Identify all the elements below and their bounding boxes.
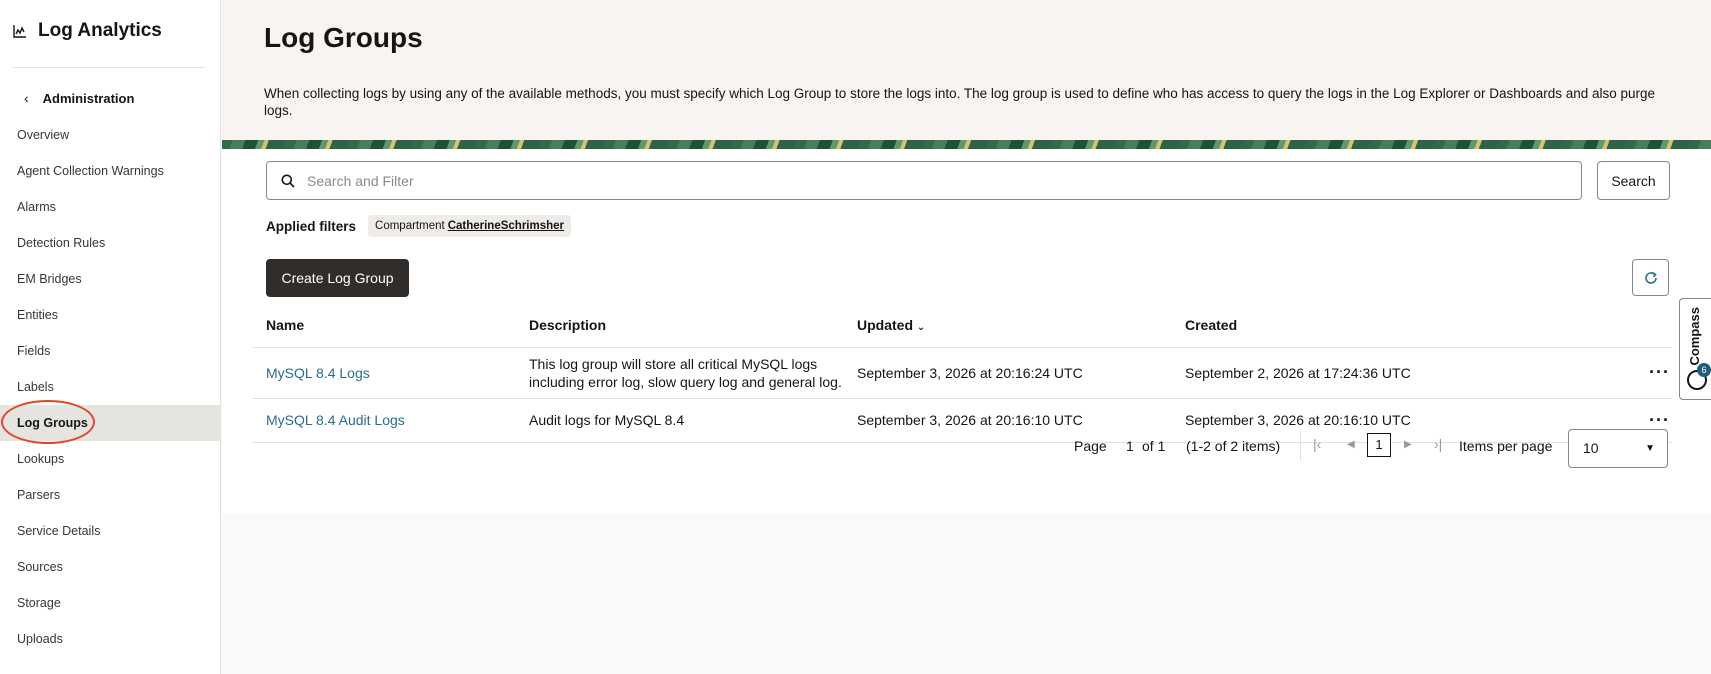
description-line: including error log, slow query log and …	[529, 373, 842, 390]
items-per-page-select[interactable]: 10 ▼	[1568, 429, 1668, 468]
applied-filters: Applied filters Compartment CatherineSchr…	[266, 215, 572, 237]
sidebar-item-em-bridges[interactable]: EM Bridges	[0, 261, 221, 297]
page-description: When collecting logs by using any of the…	[264, 86, 1656, 118]
items-per-page-label: Items per page	[1459, 438, 1553, 454]
search-input[interactable]	[307, 172, 1507, 189]
items-range: (1-2 of 2 items)	[1186, 438, 1281, 454]
app-title: Log Analytics	[12, 20, 162, 42]
compass-tab[interactable]: Compass 6	[1679, 298, 1711, 400]
description-line: This log group will store all critical M…	[529, 355, 818, 372]
page-title: Log Groups	[264, 22, 423, 53]
pagination: Page 1 of 1 (1-2 of 2 items) |‹ ◀ 1 ▶ ›|…	[222, 425, 1711, 469]
row-actions-cell: ···	[1499, 347, 1672, 399]
next-page-icon[interactable]: ▶	[1404, 439, 1412, 450]
sidebar-item-storage[interactable]: Storage	[0, 585, 221, 621]
column-header-description: Description	[515, 303, 843, 348]
column-header-updated[interactable]: Updated ⌄	[843, 303, 1171, 348]
sidebar-item-log-groups[interactable]: Log Groups	[0, 405, 221, 441]
page-number-box[interactable]: 1	[1367, 433, 1391, 457]
compartment-filter-chip[interactable]: Compartment CatherineSchrimsher	[368, 215, 572, 237]
main-content: Log Groups When collecting logs by using…	[222, 0, 1711, 514]
applied-filters-label: Applied filters	[266, 218, 357, 234]
sidebar-item-lookups[interactable]: Lookups	[0, 441, 221, 477]
sidebar-divider	[12, 67, 205, 68]
refresh-icon	[1644, 271, 1657, 284]
sidebar-item-overview[interactable]: Overview	[0, 117, 221, 153]
chevron-left-icon: ‹	[24, 90, 29, 106]
sidebar-item-entities[interactable]: Entities	[0, 297, 221, 333]
table-row: MySQL 8.4 Logs This log group will store…	[252, 347, 1672, 399]
pager-divider	[1300, 431, 1301, 461]
create-log-group-button[interactable]: Create Log Group	[266, 259, 409, 297]
more-actions-icon[interactable]: ···	[1649, 362, 1670, 382]
chip-key: Compartment	[375, 220, 445, 232]
log-group-name-link[interactable]: MySQL 8.4 Logs	[252, 347, 515, 399]
sidebar-item-uploads[interactable]: Uploads	[0, 621, 221, 657]
sidebar-item-service-details[interactable]: Service Details	[0, 513, 221, 549]
column-header-actions	[1499, 303, 1672, 348]
compass-label: Compass	[1687, 307, 1702, 366]
log-groups-table: Name Description Updated ⌄ Created MySQL…	[252, 303, 1672, 443]
search-button[interactable]: Search	[1597, 161, 1670, 200]
sidebar-item-detection-rules[interactable]: Detection Rules	[0, 225, 221, 261]
column-header-created[interactable]: Created	[1171, 303, 1499, 348]
sidebar-item-fields[interactable]: Fields	[0, 333, 221, 369]
items-per-page-value: 10	[1583, 440, 1599, 456]
chip-value[interactable]: CatherineSchrimsher	[448, 220, 564, 232]
sidebar-item-agent-collection-warnings[interactable]: Agent Collection Warnings	[0, 153, 221, 189]
log-group-updated: September 3, 2026 at 20:16:24 UTC	[843, 347, 1171, 399]
refresh-button[interactable]	[1632, 259, 1669, 296]
search-icon	[281, 174, 295, 188]
log-group-created: September 2, 2026 at 17:24:36 UTC	[1171, 347, 1499, 399]
sidebar: Log Analytics ‹ Administration Overview …	[0, 0, 221, 674]
log-group-description: This log group will store all critical M…	[515, 347, 843, 399]
previous-page-icon[interactable]: ◀	[1347, 439, 1355, 450]
last-page-icon[interactable]: ›|	[1434, 436, 1442, 452]
chart-icon	[13, 25, 26, 38]
page-label: Page	[1074, 438, 1107, 454]
first-page-icon[interactable]: |‹	[1313, 436, 1321, 452]
current-page: 1	[1126, 438, 1134, 454]
search-box	[266, 161, 1582, 200]
table-header-row: Name Description Updated ⌄ Created	[252, 303, 1672, 348]
administration-label: Administration	[42, 90, 135, 106]
page-of-total: of 1	[1142, 438, 1166, 454]
column-header-name[interactable]: Name	[252, 303, 515, 348]
sidebar-item-alarms[interactable]: Alarms	[0, 189, 221, 225]
sidebar-item-sources[interactable]: Sources	[0, 549, 221, 585]
decorative-banner	[222, 140, 1711, 149]
sidebar-nav: Overview Agent Collection Warnings Alarm…	[0, 117, 221, 657]
sidebar-item-parsers[interactable]: Parsers	[0, 477, 221, 513]
sidebar-item-labels[interactable]: Labels	[0, 369, 221, 405]
caret-down-icon: ▼	[1645, 443, 1655, 454]
app-title-text: Log Analytics	[38, 20, 162, 41]
updated-header-label: Updated	[857, 316, 913, 333]
content-panel: Search Applied filters CompartmentCather…	[222, 149, 1711, 514]
compass-count-badge: 6	[1697, 363, 1711, 377]
back-to-administration[interactable]: ‹ Administration	[24, 90, 134, 106]
page-header: Log Groups When collecting logs by using…	[222, 0, 1711, 142]
chevron-down-icon: ⌄	[916, 321, 926, 333]
